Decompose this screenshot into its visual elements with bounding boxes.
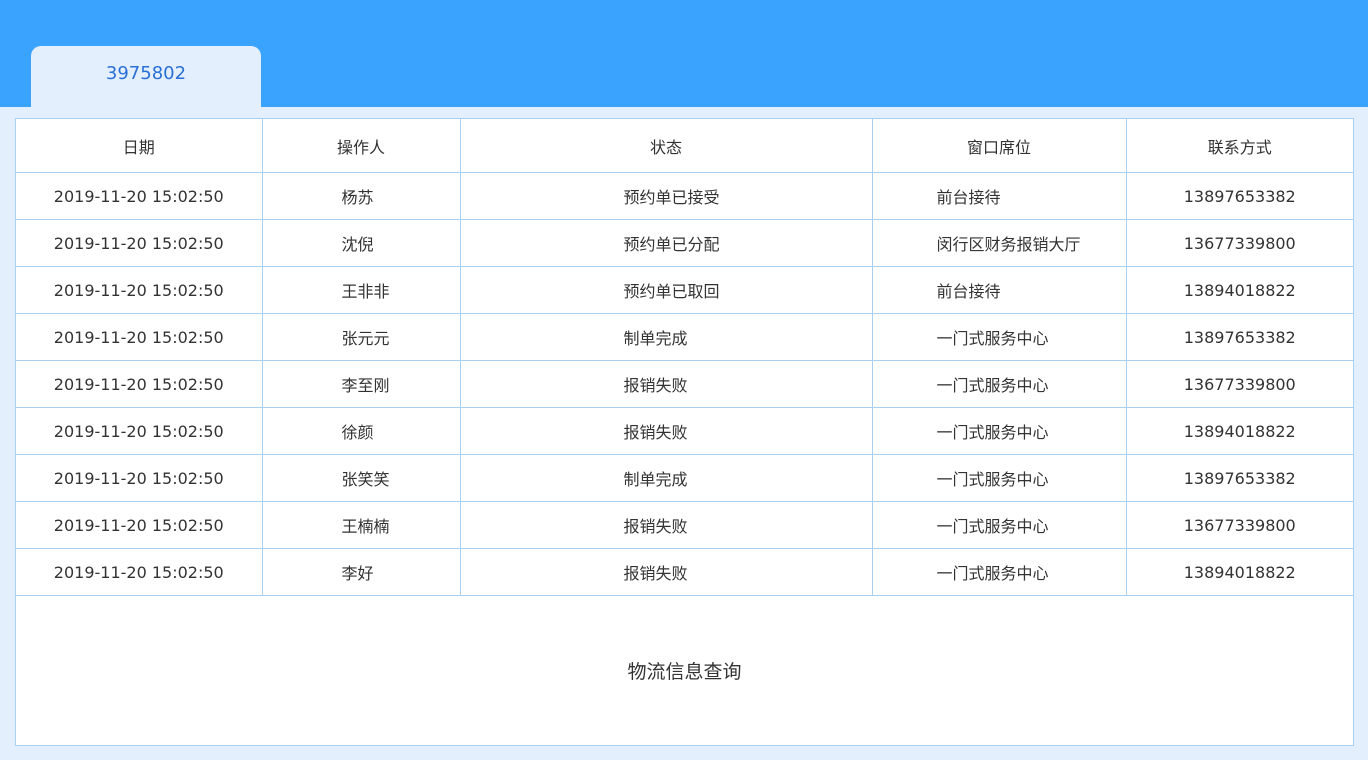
cell-phone: 13894018822 bbox=[1125, 266, 1353, 314]
cell-date: 2019-11-20 15:02:50 bbox=[16, 172, 263, 220]
cell-window: 前台接待 bbox=[871, 172, 1127, 220]
cell-status: 制单完成 bbox=[459, 454, 873, 502]
cell-date: 2019-11-20 15:02:50 bbox=[16, 454, 263, 502]
cell-phone: 13897653382 bbox=[1125, 454, 1353, 502]
cell-status: 预约单已接受 bbox=[459, 172, 873, 220]
cell-phone: 13894018822 bbox=[1125, 407, 1353, 455]
table-row: 2019-11-20 15:02:50 徐颜 报销失败 一门式服务中心 13894018… bbox=[16, 407, 1353, 455]
cell-status: 报销失败 bbox=[459, 407, 873, 455]
cell-date: 2019-11-20 15:02:50 bbox=[16, 501, 263, 549]
cell-operator: 李至刚 bbox=[261, 360, 461, 408]
cell-date: 2019-11-20 15:02:50 bbox=[16, 360, 263, 408]
cell-status: 报销失败 bbox=[459, 501, 873, 549]
cell-window: 一门式服务中心 bbox=[871, 454, 1127, 502]
cell-window: 一门式服务中心 bbox=[871, 407, 1127, 455]
cell-operator: 张元元 bbox=[261, 313, 461, 361]
cell-date: 2019-11-20 15:02:50 bbox=[16, 219, 263, 267]
records-panel: 日期 操作人 状态 窗口席位 联系方式 2019-11-20 15:02:50 杨… bbox=[15, 118, 1354, 746]
cell-window: 闵行区财务报销大厅 bbox=[871, 219, 1127, 267]
cell-window: 一门式服务中心 bbox=[871, 313, 1127, 361]
table-header-row: 日期 操作人 状态 窗口席位 联系方式 bbox=[16, 119, 1353, 173]
records-table: 日期 操作人 状态 窗口席位 联系方式 2019-11-20 15:02:50 杨… bbox=[16, 119, 1353, 596]
cell-operator: 杨苏 bbox=[261, 172, 461, 220]
table-row: 2019-11-20 15:02:50 王非非 预约单已取回 前台接待 13894018… bbox=[16, 266, 1353, 314]
table-row: 2019-11-20 15:02:50 王楠楠 报销失败 一门式服务中心 1367733… bbox=[16, 501, 1353, 549]
cell-date: 2019-11-20 15:02:50 bbox=[16, 407, 263, 455]
tab-label: 3975802 bbox=[105, 63, 187, 84]
cell-window: 一门式服务中心 bbox=[871, 360, 1127, 408]
cell-phone: 13677339800 bbox=[1125, 501, 1353, 549]
cell-operator: 沈倪 bbox=[261, 219, 461, 267]
cell-phone: 13677339800 bbox=[1125, 219, 1353, 267]
column-header-contact: 联系方式 bbox=[1125, 119, 1353, 173]
tab-order-number[interactable]: 3975802 bbox=[31, 46, 261, 107]
cell-phone: 13897653382 bbox=[1125, 172, 1353, 220]
cell-phone: 13677339800 bbox=[1125, 360, 1353, 408]
cell-date: 2019-11-20 15:02:50 bbox=[16, 548, 263, 596]
table-row: 2019-11-20 15:02:50 杨苏 预约单已接受 前台接待 138976533… bbox=[16, 172, 1353, 220]
column-header-operator: 操作人 bbox=[261, 119, 461, 173]
cell-status: 预约单已取回 bbox=[459, 266, 873, 314]
footer-area: 物流信息查询 bbox=[16, 596, 1353, 745]
table-row: 2019-11-20 15:02:50 张笑笑 制单完成 一门式服务中心 1389765… bbox=[16, 454, 1353, 502]
table-row: 2019-11-20 15:02:50 李至刚 报销失败 一门式服务中心 1367733… bbox=[16, 360, 1353, 408]
cell-window: 一门式服务中心 bbox=[871, 501, 1127, 549]
cell-phone: 13897653382 bbox=[1125, 313, 1353, 361]
cell-window: 前台接待 bbox=[871, 266, 1127, 314]
cell-operator: 王楠楠 bbox=[261, 501, 461, 549]
cell-operator: 王非非 bbox=[261, 266, 461, 314]
cell-status: 报销失败 bbox=[459, 548, 873, 596]
column-header-window: 窗口席位 bbox=[871, 119, 1127, 173]
logistics-query-link[interactable]: 物流信息查询 bbox=[627, 657, 741, 684]
cell-phone: 13894018822 bbox=[1125, 548, 1353, 596]
column-header-date: 日期 bbox=[16, 119, 263, 173]
table-row: 2019-11-20 15:02:50 张元元 制单完成 一门式服务中心 1389765… bbox=[16, 313, 1353, 361]
cell-status: 报销失败 bbox=[459, 360, 873, 408]
cell-window: 一门式服务中心 bbox=[871, 548, 1127, 596]
cell-operator: 徐颜 bbox=[261, 407, 461, 455]
cell-operator: 李好 bbox=[261, 548, 461, 596]
cell-status: 预约单已分配 bbox=[459, 219, 873, 267]
table-row: 2019-11-20 15:02:50 沈倪 预约单已分配 闵行区财务报销大厅 1367… bbox=[16, 219, 1353, 267]
column-header-status: 状态 bbox=[459, 119, 873, 173]
cell-date: 2019-11-20 15:02:50 bbox=[16, 266, 263, 314]
cell-status: 制单完成 bbox=[459, 313, 873, 361]
cell-operator: 张笑笑 bbox=[261, 454, 461, 502]
cell-date: 2019-11-20 15:02:50 bbox=[16, 313, 263, 361]
table-row: 2019-11-20 15:02:50 李好 报销失败 一门式服务中心 13894018… bbox=[16, 548, 1353, 596]
